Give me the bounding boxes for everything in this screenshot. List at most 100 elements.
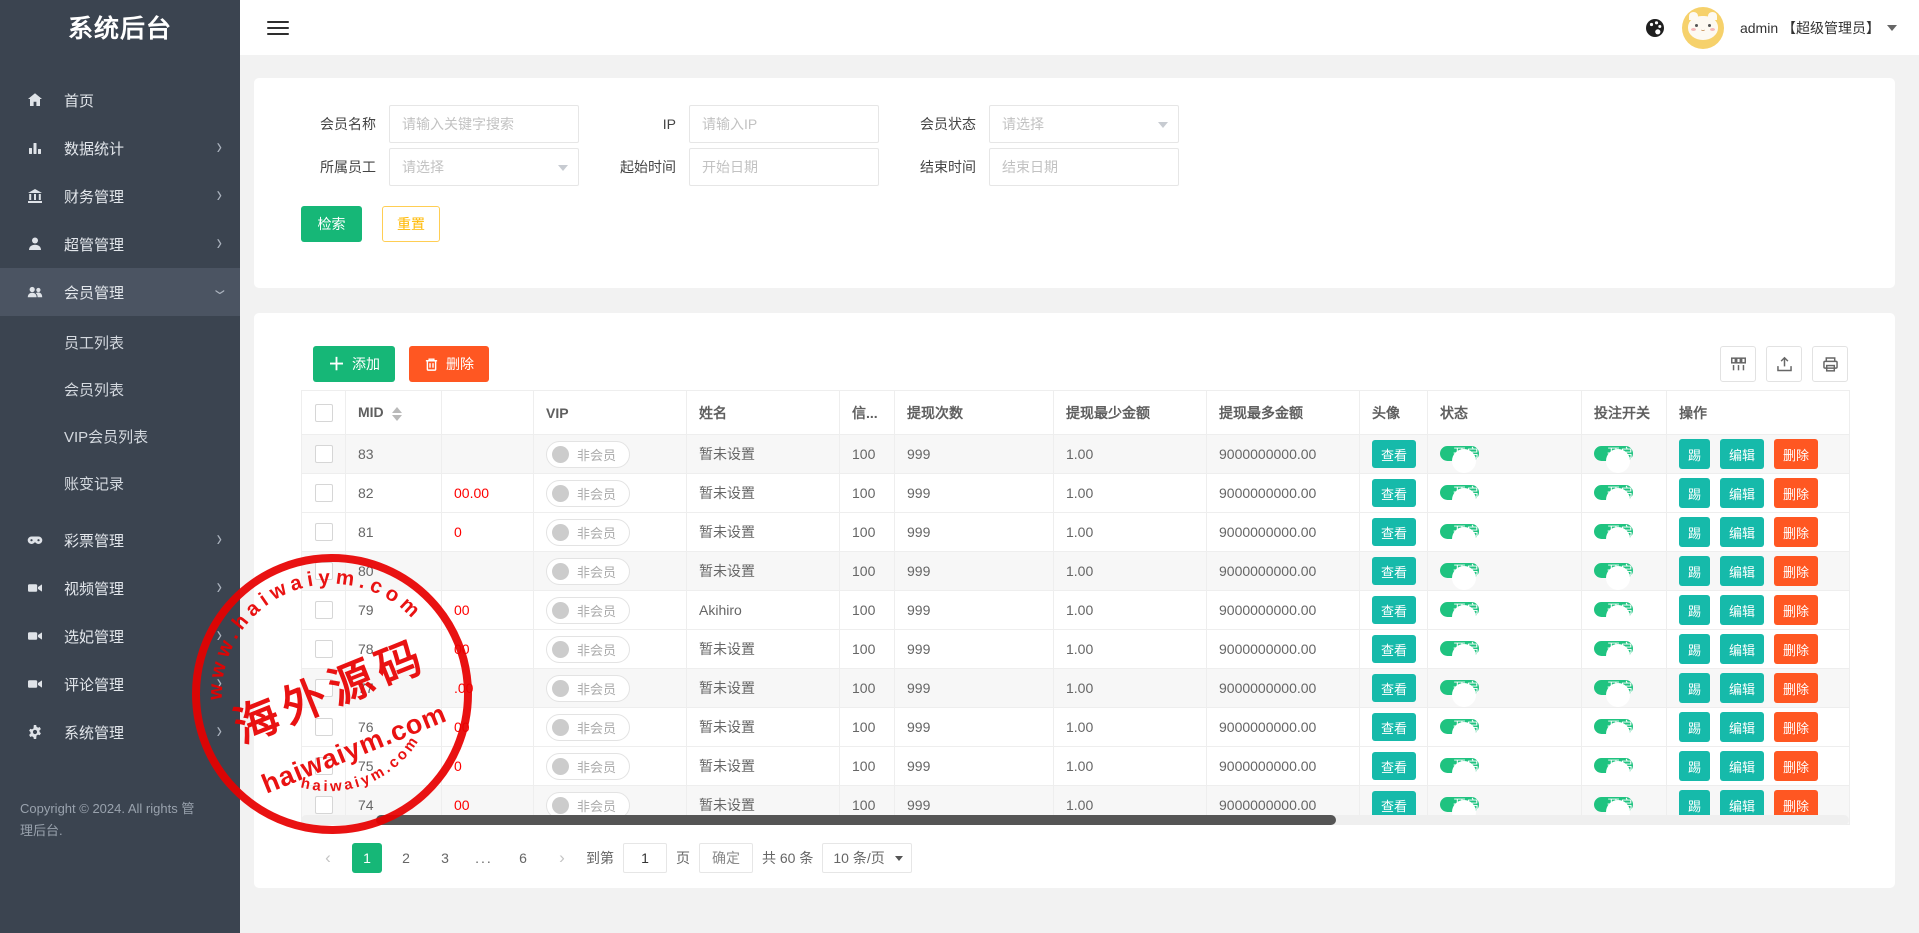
kick-button[interactable]: 踢 <box>1679 634 1710 664</box>
confirm-page-button[interactable]: 确定 <box>699 843 753 873</box>
edit-button[interactable]: 编辑 <box>1720 595 1764 625</box>
sidebar-item-评论管理[interactable]: 评论管理› <box>0 660 240 708</box>
edit-button[interactable]: 编辑 <box>1720 556 1764 586</box>
edit-button[interactable]: 编辑 <box>1720 712 1764 742</box>
sidebar-item-超管管理[interactable]: 超管管理› <box>0 220 240 268</box>
page-button-2[interactable]: 2 <box>391 843 421 873</box>
horizontal-scrollbar-thumb[interactable] <box>376 815 1336 825</box>
page-button-3[interactable]: 3 <box>430 843 460 873</box>
kick-button[interactable]: 踢 <box>1679 595 1710 625</box>
sidebar-item-会员管理[interactable]: 会员管理› <box>0 268 240 316</box>
view-avatar-button[interactable]: 查看 <box>1372 713 1416 741</box>
page-button-1[interactable]: 1 <box>352 843 382 873</box>
status-toggle[interactable]: 开启 <box>1440 485 1479 500</box>
status-toggle[interactable]: 开启 <box>1440 719 1479 734</box>
bet-toggle[interactable]: 开启 <box>1594 446 1633 461</box>
sort-icon[interactable] <box>392 407 402 421</box>
delete-button[interactable]: 删除 <box>409 346 489 382</box>
view-avatar-button[interactable]: 查看 <box>1372 635 1416 663</box>
view-avatar-button[interactable]: 查看 <box>1372 479 1416 507</box>
horizontal-scrollbar-track[interactable] <box>301 815 1849 825</box>
view-avatar-button[interactable]: 查看 <box>1372 596 1416 624</box>
reset-button[interactable]: 重置 <box>382 206 440 242</box>
bet-toggle[interactable]: 开启 <box>1594 797 1633 812</box>
sidebar-subitem-会员列表[interactable]: 会员列表 <box>0 367 240 414</box>
sidebar-item-数据统计[interactable]: 数据统计› <box>0 124 240 172</box>
bet-toggle[interactable]: 开启 <box>1594 758 1633 773</box>
select-all-checkbox[interactable] <box>315 404 333 422</box>
row-checkbox[interactable] <box>315 718 333 736</box>
kick-button[interactable]: 踢 <box>1679 478 1710 508</box>
view-avatar-button[interactable]: 查看 <box>1372 674 1416 702</box>
row-checkbox[interactable] <box>315 679 333 697</box>
status-toggle[interactable]: 开启 <box>1440 680 1479 695</box>
kick-button[interactable]: 踢 <box>1679 712 1710 742</box>
bet-toggle[interactable]: 开启 <box>1594 485 1633 500</box>
edit-button[interactable]: 编辑 <box>1720 478 1764 508</box>
delete-row-button[interactable]: 删除 <box>1774 634 1818 664</box>
kick-button[interactable]: 踢 <box>1679 556 1710 586</box>
sidebar-subitem-员工列表[interactable]: 员工列表 <box>0 320 240 367</box>
menu-icon[interactable] <box>267 17 289 39</box>
kick-button[interactable]: 踢 <box>1679 439 1710 469</box>
status-toggle[interactable]: 开启 <box>1440 758 1479 773</box>
edit-button[interactable]: 编辑 <box>1720 517 1764 547</box>
search-button[interactable]: 检索 <box>301 206 362 242</box>
per-page-select[interactable]: 10 条/页 <box>822 843 911 873</box>
kick-button[interactable]: 踢 <box>1679 751 1710 781</box>
sidebar-item-选妃管理[interactable]: 选妃管理› <box>0 612 240 660</box>
delete-row-button[interactable]: 删除 <box>1774 712 1818 742</box>
view-avatar-button[interactable]: 查看 <box>1372 752 1416 780</box>
row-checkbox[interactable] <box>315 523 333 541</box>
kick-button[interactable]: 踢 <box>1679 517 1710 547</box>
delete-row-button[interactable]: 删除 <box>1774 595 1818 625</box>
status-toggle[interactable]: 开启 <box>1440 524 1479 539</box>
row-checkbox[interactable] <box>315 562 333 580</box>
delete-row-button[interactable]: 删除 <box>1774 751 1818 781</box>
palette-icon[interactable] <box>1644 17 1666 39</box>
sidebar-subitem-账变记录[interactable]: 账变记录 <box>0 461 240 508</box>
columns-icon[interactable] <box>1720 346 1756 382</box>
next-page-icon[interactable]: › <box>547 843 577 873</box>
delete-row-button[interactable]: 删除 <box>1774 556 1818 586</box>
filter-select-会员状态[interactable]: 请选择 <box>989 105 1179 143</box>
row-checkbox[interactable] <box>315 445 333 463</box>
user-menu[interactable]: admin 【超级管理员】 <box>1740 18 1897 38</box>
delete-row-button[interactable]: 删除 <box>1774 673 1818 703</box>
filter-input-IP-field[interactable] <box>690 106 878 142</box>
filter-input-起始时间-field[interactable] <box>690 149 878 185</box>
sidebar-subitem-VIP会员列表[interactable]: VIP会员列表 <box>0 414 240 461</box>
bet-toggle[interactable]: 开启 <box>1594 602 1633 617</box>
bet-toggle[interactable]: 开启 <box>1594 563 1633 578</box>
filter-select-所属员工[interactable]: 请选择 <box>389 148 579 186</box>
delete-row-button[interactable]: 删除 <box>1774 478 1818 508</box>
delete-row-button[interactable]: 删除 <box>1774 439 1818 469</box>
bet-toggle[interactable]: 开启 <box>1594 641 1633 656</box>
prev-page-icon[interactable]: ‹ <box>313 843 343 873</box>
view-avatar-button[interactable]: 查看 <box>1372 440 1416 468</box>
export-icon[interactable] <box>1766 346 1802 382</box>
bet-toggle[interactable]: 开启 <box>1594 719 1633 734</box>
delete-row-button[interactable]: 删除 <box>1774 517 1818 547</box>
add-button[interactable]: ＋ 添加 <box>313 346 395 382</box>
view-avatar-button[interactable]: 查看 <box>1372 557 1416 585</box>
filter-input-会员名称-field[interactable] <box>390 106 578 142</box>
page-button-6[interactable]: 6 <box>508 843 538 873</box>
edit-button[interactable]: 编辑 <box>1720 439 1764 469</box>
row-checkbox[interactable] <box>315 796 333 814</box>
filter-input-结束时间-field[interactable] <box>990 149 1178 185</box>
status-toggle[interactable]: 开启 <box>1440 602 1479 617</box>
status-toggle[interactable]: 开启 <box>1440 563 1479 578</box>
print-icon[interactable] <box>1812 346 1848 382</box>
column-header-mid[interactable]: MID <box>346 391 442 435</box>
bet-toggle[interactable]: 开启 <box>1594 680 1633 695</box>
sidebar-item-财务管理[interactable]: 财务管理› <box>0 172 240 220</box>
edit-button[interactable]: 编辑 <box>1720 634 1764 664</box>
sidebar-item-彩票管理[interactable]: 彩票管理› <box>0 516 240 564</box>
status-toggle[interactable]: 开启 <box>1440 797 1479 812</box>
sidebar-item-首页[interactable]: 首页 <box>0 76 240 124</box>
kick-button[interactable]: 踢 <box>1679 673 1710 703</box>
page-jump-input[interactable] <box>623 843 667 873</box>
row-checkbox[interactable] <box>315 640 333 658</box>
avatar[interactable] <box>1682 7 1724 49</box>
